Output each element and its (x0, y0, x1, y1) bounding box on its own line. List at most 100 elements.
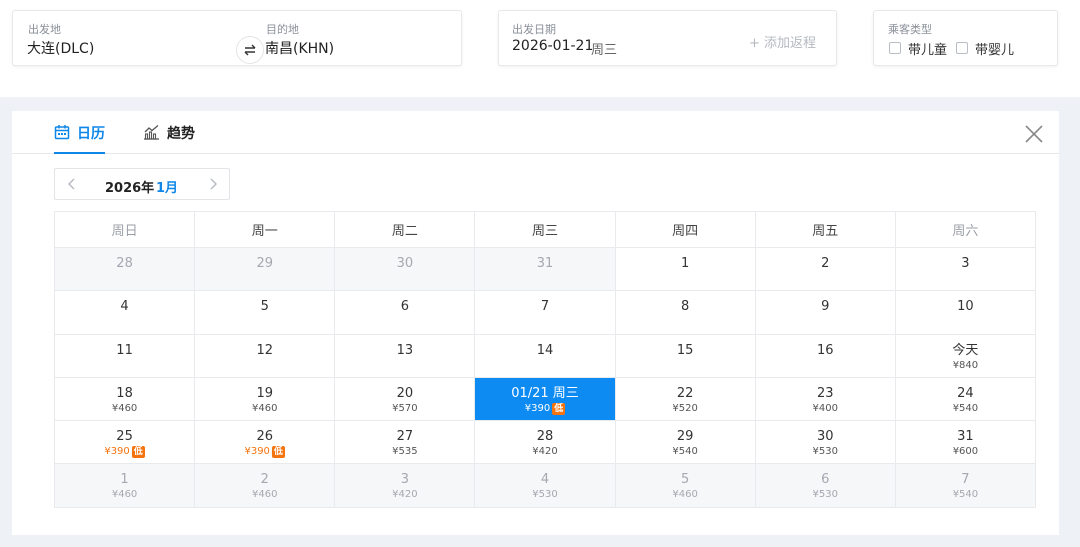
close-button[interactable] (1023, 123, 1045, 145)
swap-cities-button[interactable] (236, 36, 264, 64)
add-return-button[interactable]: + 添加返程 (749, 32, 816, 51)
day-price: ¥600 (896, 446, 1035, 458)
calendar-day-cell[interactable]: 2 (755, 248, 896, 292)
calendar-day-cell[interactable]: 5 (195, 291, 336, 335)
calendar-day-cell[interactable]: 18 ¥460 (55, 377, 196, 422)
calendar-day-cell[interactable]: 4 (55, 291, 196, 335)
calendar-day-cell[interactable]: 15 (615, 334, 756, 378)
day-number: 19 (256, 385, 273, 401)
day-price: ¥390 低 (195, 446, 334, 459)
calendar-day-cell[interactable]: 3 ¥420 (335, 464, 476, 508)
price-value: ¥540 (952, 489, 979, 501)
day-number: 16 (817, 342, 834, 358)
calendar-day-cell[interactable]: 23 ¥400 (755, 377, 896, 422)
calendar-day-cell[interactable]: 3 (895, 248, 1036, 292)
weekday-header-cell: 周三 (475, 212, 616, 248)
day-number: 28 (116, 256, 133, 271)
calendar-body: 28 29 30 31 1 2 3 4 5 6 7 8 9 10 11 12 13 14 15 16 今天 ¥840 18 ¥… (55, 248, 1036, 508)
day-number: 7 (961, 472, 970, 488)
tab-trend[interactable]: 趋势 (143, 123, 195, 154)
price-value: ¥460 (111, 402, 138, 414)
day-number: 5 (260, 299, 269, 315)
day-number: 8 (680, 299, 690, 315)
day-price: ¥460 (195, 403, 334, 415)
price-calendar-panel: 日历 趋势 2026年 1月 周日 周一 周二 周三 周四 周五 周六 28 2… (12, 111, 1059, 535)
origin-input[interactable]: 大连(DLC) (27, 38, 94, 58)
day-number: 28 (536, 429, 554, 445)
calendar-day-cell[interactable]: 2 ¥460 (195, 464, 336, 508)
calendar-day-cell[interactable]: 19 ¥460 (195, 377, 336, 422)
calendar-day-cell[interactable]: 6 ¥530 (755, 464, 896, 508)
calendar-day-cell[interactable]: 31 ¥600 (895, 421, 1036, 465)
calendar-day-cell[interactable]: 13 (335, 334, 476, 378)
calendar-day-cell[interactable]: 8 (615, 291, 756, 335)
calendar-day-cell[interactable]: 7 ¥540 (895, 464, 1036, 508)
current-month: 1月 (156, 181, 179, 196)
calendar-day-cell[interactable]: 16 (755, 334, 896, 378)
child-checkbox[interactable] (889, 42, 901, 54)
day-price: ¥535 (335, 446, 474, 458)
day-number: 22 (676, 385, 694, 401)
calendar-day-cell[interactable]: 22 ¥520 (615, 377, 756, 422)
price-value: ¥530 (812, 446, 838, 458)
calendar-day-cell[interactable]: 今天 ¥840 (895, 334, 1036, 378)
calendar-week-row: 28 29 30 31 1 2 3 (55, 248, 1036, 292)
calendar-day-cell[interactable]: 31 (475, 248, 616, 292)
day-price: ¥530 (756, 446, 895, 458)
calendar-day-cell[interactable]: 1 (615, 248, 756, 292)
tab-trend-label: 趋势 (167, 126, 195, 142)
day-price: ¥460 (55, 403, 194, 415)
calendar-day-cell[interactable]: 29 (195, 248, 336, 292)
calendar-day-cell[interactable]: 5 ¥460 (615, 464, 756, 508)
calendar-day-cell[interactable]: 27 ¥535 (335, 421, 476, 465)
calendar-day-cell[interactable]: 4 ¥530 (475, 464, 616, 508)
calendar-icon (54, 125, 70, 140)
calendar-day-cell[interactable]: 30 (335, 248, 476, 292)
day-number: 4 (120, 299, 129, 315)
day-number: 15 (676, 342, 694, 358)
day-price: ¥540 (896, 403, 1035, 415)
day-price: ¥570 (335, 403, 474, 415)
day-number: 6 (821, 472, 830, 488)
calendar-day-cell[interactable]: 20 ¥570 (335, 377, 476, 422)
passenger-type-label: 乘客类型 (888, 23, 932, 36)
calendar-day-cell[interactable]: 9 (755, 291, 896, 335)
calendar-week-row: 25 ¥390 低 26 ¥390 低 27 ¥535 28 ¥420 29 ¥540 30 ¥530 31… (55, 421, 1036, 465)
calendar-day-cell[interactable]: 26 ¥390 低 (195, 421, 336, 465)
day-number: 30 (396, 256, 414, 271)
calendar-day-cell[interactable]: 10 (895, 291, 1036, 335)
departure-date[interactable]: 2026-01-21 (512, 38, 593, 54)
weekday-header-cell: 周二 (335, 212, 476, 248)
calendar-day-cell[interactable]: 6 (335, 291, 476, 335)
calendar-day-cell[interactable]: 7 (475, 291, 616, 335)
calendar-day-cell[interactable]: 11 (55, 334, 196, 378)
destination-input[interactable]: 南昌(KHN) (265, 38, 334, 58)
month-navigator: 2026年 1月 (54, 168, 230, 200)
chevron-right-icon[interactable] (206, 177, 220, 191)
calendar-day-cell[interactable]: 28 (55, 248, 196, 292)
date-card[interactable]: 出发日期 2026-01-21 周三 + 添加返程 (498, 10, 837, 66)
calendar-day-cell[interactable]: 30 ¥530 (755, 421, 896, 465)
selected-date-cell[interactable]: 01/21 周三 ¥390 低 (475, 377, 616, 422)
calendar-day-cell[interactable]: 14 (475, 334, 616, 378)
day-price: ¥530 (475, 489, 614, 501)
trend-chart-icon (144, 125, 159, 140)
infant-checkbox-label[interactable]: 带婴儿 (975, 39, 1014, 58)
infant-checkbox[interactable] (956, 42, 968, 54)
day-number: 30 (817, 429, 834, 445)
calendar-day-cell[interactable]: 12 (195, 334, 336, 378)
child-checkbox-label[interactable]: 带儿童 (908, 39, 947, 58)
day-number: 9 (821, 299, 830, 315)
chevron-left-icon[interactable] (65, 177, 79, 191)
calendar-day-cell[interactable]: 1 ¥460 (55, 464, 196, 508)
calendar-day-cell[interactable]: 28 ¥420 (475, 421, 616, 465)
calendar-day-cell[interactable]: 25 ¥390 低 (55, 421, 196, 465)
day-price: ¥390 低 (475, 402, 614, 415)
price-value: ¥390 (524, 402, 551, 414)
tab-calendar[interactable]: 日历 (54, 123, 105, 154)
calendar-day-cell[interactable]: 29 ¥540 (615, 421, 756, 465)
calendar-day-cell[interactable]: 24 ¥540 (895, 377, 1036, 422)
day-price: ¥460 (616, 489, 755, 501)
price-value: ¥460 (111, 489, 138, 501)
day-number: 24 (957, 385, 974, 401)
